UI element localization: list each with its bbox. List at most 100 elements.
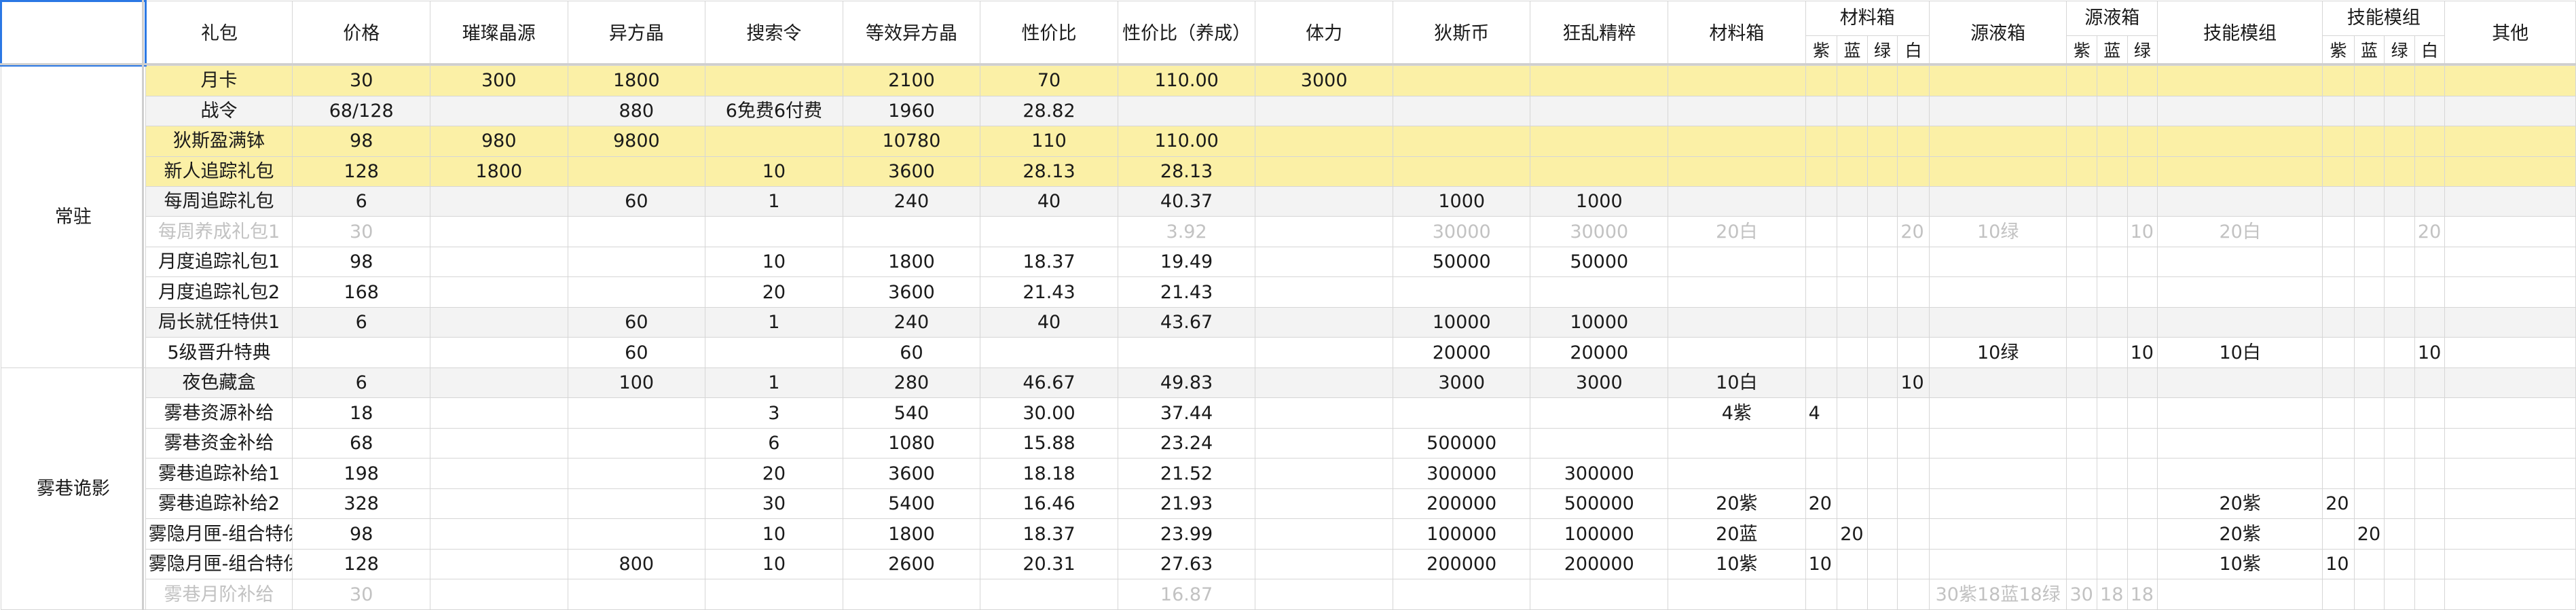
cell-stamina[interactable] (1255, 367, 1393, 399)
cell-fg[interactable] (2127, 458, 2158, 489)
cell-crystal[interactable] (429, 276, 568, 308)
cell-fp[interactable] (2066, 156, 2098, 187)
cell-coin[interactable]: 200000 (1392, 548, 1531, 580)
cell-mp[interactable] (1805, 216, 1838, 247)
cell-skill[interactable] (2157, 579, 2323, 610)
cell-yifang[interactable]: 60 (567, 185, 706, 217)
cell-value_cult[interactable]: 49.83 (1117, 367, 1256, 399)
cell-sg[interactable] (2384, 427, 2415, 459)
subheader-mat-green[interactable]: 绿 (1866, 35, 1898, 67)
cell-crystal[interactable] (429, 95, 568, 127)
cell-mg[interactable] (1866, 216, 1898, 247)
cell-yifang[interactable] (567, 488, 706, 520)
cell-skill[interactable]: 20紫 (2157, 488, 2323, 520)
cell-coin[interactable]: 3000 (1392, 367, 1531, 399)
cell-value_cult[interactable]: 110.00 (1117, 65, 1256, 96)
cell-essence[interactable]: 30000 (1530, 216, 1669, 247)
subheader-mat-blue[interactable]: 蓝 (1837, 35, 1868, 67)
cell-sb[interactable] (2353, 216, 2385, 247)
cell-gift[interactable]: 局长就任特供1 (145, 306, 293, 338)
cell-fg[interactable] (2127, 367, 2158, 399)
cell-fp[interactable] (2066, 518, 2098, 550)
cell-mb[interactable] (1837, 367, 1868, 399)
header-value-cult[interactable]: 性价比（养成） (1117, 0, 1256, 67)
cell-mb[interactable] (1837, 488, 1868, 520)
cell-crystal[interactable]: 300 (429, 65, 568, 96)
cell-fluid[interactable] (1928, 518, 2067, 550)
cell-fb[interactable] (2097, 65, 2128, 96)
cell-stamina[interactable] (1255, 579, 1393, 610)
header-crystal[interactable]: 璀璨晶源 (429, 0, 568, 67)
cell-mat[interactable] (1668, 185, 1806, 217)
cell-price[interactable]: 198 (292, 458, 430, 489)
cell-fp[interactable] (2066, 246, 2098, 278)
cell-sw[interactable] (2414, 367, 2446, 399)
group-permanent[interactable]: 常驻 (1, 65, 146, 368)
subheader-skill-green[interactable]: 绿 (2384, 35, 2415, 67)
cell-search[interactable] (705, 126, 843, 157)
cell-mw[interactable] (1897, 548, 1930, 580)
cell-sg[interactable] (2384, 488, 2415, 520)
cell-stamina[interactable] (1255, 126, 1393, 157)
cell-value[interactable]: 110 (980, 126, 1118, 157)
cell-fg[interactable] (2127, 156, 2158, 187)
cell-mat[interactable]: 10白 (1668, 367, 1806, 399)
cell-mp[interactable] (1805, 518, 1838, 550)
cell-yifang[interactable] (567, 427, 706, 459)
cell-search[interactable] (705, 216, 843, 247)
cell-mp[interactable] (1805, 126, 1838, 157)
cell-price[interactable]: 30 (292, 216, 430, 247)
cell-sw[interactable] (2414, 185, 2446, 217)
cell-sg[interactable] (2384, 185, 2415, 217)
cell-fb[interactable] (2097, 216, 2128, 247)
cell-price[interactable]: 328 (292, 488, 430, 520)
cell-value_cult[interactable]: 23.99 (1117, 518, 1256, 550)
cell-search[interactable]: 6 (705, 427, 843, 459)
cell-skill[interactable] (2157, 397, 2323, 429)
cell-mw[interactable] (1897, 488, 1930, 520)
header-coin[interactable]: 狄斯币 (1392, 0, 1531, 67)
cell-fluid[interactable] (1928, 246, 2067, 278)
cell-mg[interactable] (1866, 548, 1898, 580)
cell-sb[interactable] (2353, 126, 2385, 157)
cell-stamina[interactable] (1255, 216, 1393, 247)
header-value[interactable]: 性价比 (980, 0, 1118, 67)
cell-value[interactable]: 40 (980, 306, 1118, 338)
cell-mg[interactable] (1866, 427, 1898, 459)
cell-fp[interactable] (2066, 126, 2098, 157)
cell-value_cult[interactable]: 43.67 (1117, 306, 1256, 338)
cell-mw[interactable] (1897, 185, 1930, 217)
cell-fg[interactable] (2127, 276, 2158, 308)
cell-mw[interactable] (1897, 95, 1930, 127)
cell-sp[interactable]: 20 (2322, 488, 2355, 520)
cell-sb[interactable] (2353, 337, 2385, 368)
cell-gift[interactable]: 雾巷追踪补给2 (145, 488, 293, 520)
header-other[interactable]: 其他 (2444, 0, 2576, 67)
cell-yifang[interactable] (567, 579, 706, 610)
cell-fluid[interactable] (1928, 427, 2067, 459)
cell-sg[interactable] (2384, 367, 2415, 399)
cell-fp[interactable] (2066, 95, 2098, 127)
cell-equiv[interactable]: 10780 (842, 126, 981, 157)
cell-fg[interactable] (2127, 246, 2158, 278)
cell-fp[interactable] (2066, 276, 2098, 308)
cell-stamina[interactable] (1255, 548, 1393, 580)
cell-price[interactable] (292, 337, 430, 368)
subheader-fluid-blue[interactable]: 蓝 (2097, 35, 2128, 67)
cell-yifang[interactable]: 60 (567, 306, 706, 338)
cell-gift[interactable]: 战令 (145, 95, 293, 127)
cell-sp[interactable] (2322, 95, 2355, 127)
cell-coin[interactable] (1392, 397, 1531, 429)
cell-essence[interactable]: 20000 (1530, 337, 1669, 368)
cell-fg[interactable] (2127, 518, 2158, 550)
cell-price[interactable]: 6 (292, 185, 430, 217)
header-mat-box[interactable]: 材料箱 (1668, 0, 1806, 67)
cell-mw[interactable] (1897, 276, 1930, 308)
cell-other[interactable] (2444, 246, 2576, 278)
cell-mg[interactable] (1866, 126, 1898, 157)
cell-mat[interactable] (1668, 579, 1806, 610)
cell-skill[interactable] (2157, 126, 2323, 157)
cell-sp[interactable] (2322, 367, 2355, 399)
cell-fg[interactable] (2127, 548, 2158, 580)
cell-sp[interactable] (2322, 579, 2355, 610)
